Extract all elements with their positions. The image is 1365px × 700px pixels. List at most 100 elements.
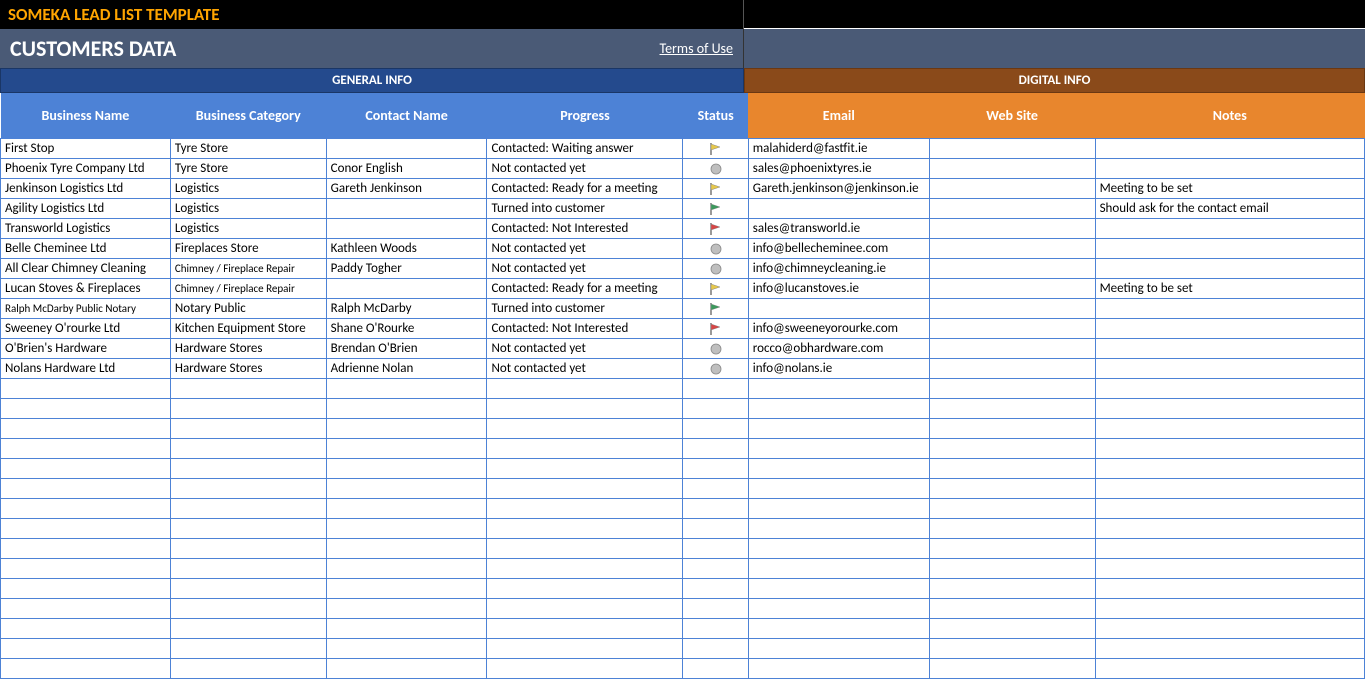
cell-website[interactable] <box>929 359 1095 379</box>
cell-notes[interactable]: Meeting to be set <box>1095 179 1364 199</box>
cell-status[interactable] <box>683 439 748 459</box>
cell-category[interactable]: Chimney / Fireplace Repair <box>170 259 326 279</box>
cell-category[interactable]: Fireplaces Store <box>170 239 326 259</box>
cell-email[interactable] <box>748 539 929 559</box>
cell-contact[interactable] <box>326 279 487 299</box>
cell-email[interactable] <box>748 379 929 399</box>
cell-status[interactable] <box>683 379 748 399</box>
cell-progress[interactable]: Turned into customer <box>487 199 683 219</box>
cell-status[interactable] <box>683 139 748 159</box>
col-progress[interactable]: Progress <box>487 93 683 139</box>
cell-contact[interactable] <box>326 459 487 479</box>
cell-progress[interactable] <box>487 439 683 459</box>
cell-email[interactable] <box>748 559 929 579</box>
cell-business[interactable] <box>1 579 171 599</box>
cell-status[interactable] <box>683 479 748 499</box>
cell-category[interactable] <box>170 399 326 419</box>
table-row[interactable] <box>1 539 1365 559</box>
cell-notes[interactable] <box>1095 159 1364 179</box>
cell-website[interactable] <box>929 639 1095 659</box>
cell-business[interactable]: Jenkinson Logistics Ltd <box>1 179 171 199</box>
cell-notes[interactable] <box>1095 439 1364 459</box>
cell-website[interactable] <box>929 219 1095 239</box>
cell-website[interactable] <box>929 499 1095 519</box>
table-row[interactable]: Agility Logistics LtdLogisticsTurned int… <box>1 199 1365 219</box>
cell-business[interactable] <box>1 639 171 659</box>
cell-status[interactable] <box>683 259 748 279</box>
cell-notes[interactable]: Meeting to be set <box>1095 279 1364 299</box>
cell-contact[interactable] <box>326 139 487 159</box>
cell-status[interactable] <box>683 639 748 659</box>
cell-notes[interactable] <box>1095 539 1364 559</box>
cell-notes[interactable] <box>1095 639 1364 659</box>
col-business-name[interactable]: Business Name <box>1 93 171 139</box>
cell-contact[interactable] <box>326 619 487 639</box>
cell-contact[interactable]: Paddy Togher <box>326 259 487 279</box>
cell-notes[interactable] <box>1095 239 1364 259</box>
cell-contact[interactable] <box>326 659 487 679</box>
cell-business[interactable] <box>1 539 171 559</box>
cell-business[interactable]: Agility Logistics Ltd <box>1 199 171 219</box>
cell-website[interactable] <box>929 179 1095 199</box>
cell-category[interactable] <box>170 659 326 679</box>
cell-email[interactable] <box>748 459 929 479</box>
cell-contact[interactable]: Shane O'Rourke <box>326 319 487 339</box>
cell-category[interactable] <box>170 459 326 479</box>
cell-business[interactable] <box>1 419 171 439</box>
cell-category[interactable]: Notary Public <box>170 299 326 319</box>
cell-website[interactable] <box>929 419 1095 439</box>
cell-business[interactable] <box>1 499 171 519</box>
cell-email[interactable] <box>748 519 929 539</box>
cell-website[interactable] <box>929 299 1095 319</box>
cell-website[interactable] <box>929 139 1095 159</box>
cell-business[interactable]: All Clear Chimney Cleaning <box>1 259 171 279</box>
cell-email[interactable] <box>748 599 929 619</box>
table-row[interactable] <box>1 579 1365 599</box>
cell-website[interactable] <box>929 159 1095 179</box>
cell-progress[interactable] <box>487 499 683 519</box>
table-row[interactable]: Lucan Stoves & FireplacesChimney / Firep… <box>1 279 1365 299</box>
cell-notes[interactable] <box>1095 479 1364 499</box>
cell-business[interactable] <box>1 479 171 499</box>
table-row[interactable] <box>1 559 1365 579</box>
cell-status[interactable] <box>683 239 748 259</box>
cell-notes[interactable] <box>1095 419 1364 439</box>
cell-contact[interactable] <box>326 539 487 559</box>
cell-website[interactable] <box>929 379 1095 399</box>
cell-website[interactable] <box>929 319 1095 339</box>
cell-progress[interactable] <box>487 479 683 499</box>
cell-category[interactable] <box>170 439 326 459</box>
cell-email[interactable]: sales@phoenixtyres.ie <box>748 159 929 179</box>
cell-website[interactable] <box>929 399 1095 419</box>
cell-status[interactable] <box>683 359 748 379</box>
cell-email[interactable]: info@sweeneyorourke.com <box>748 319 929 339</box>
cell-contact[interactable]: Gareth Jenkinson <box>326 179 487 199</box>
cell-notes[interactable] <box>1095 499 1364 519</box>
cell-email[interactable]: sales@transworld.ie <box>748 219 929 239</box>
cell-business[interactable] <box>1 459 171 479</box>
table-row[interactable]: All Clear Chimney CleaningChimney / Fire… <box>1 259 1365 279</box>
cell-notes[interactable] <box>1095 599 1364 619</box>
table-row[interactable] <box>1 599 1365 619</box>
col-business-category[interactable]: Business Category <box>170 93 326 139</box>
cell-progress[interactable] <box>487 519 683 539</box>
cell-website[interactable] <box>929 539 1095 559</box>
cell-email[interactable]: Gareth.jenkinson@jenkinson.ie <box>748 179 929 199</box>
cell-status[interactable] <box>683 599 748 619</box>
cell-contact[interactable] <box>326 499 487 519</box>
cell-status[interactable] <box>683 579 748 599</box>
table-row[interactable] <box>1 419 1365 439</box>
cell-status[interactable] <box>683 459 748 479</box>
cell-notes[interactable] <box>1095 399 1364 419</box>
cell-business[interactable] <box>1 659 171 679</box>
cell-business[interactable] <box>1 519 171 539</box>
cell-contact[interactable] <box>326 379 487 399</box>
cell-website[interactable] <box>929 259 1095 279</box>
cell-contact[interactable] <box>326 199 487 219</box>
cell-category[interactable] <box>170 519 326 539</box>
cell-contact[interactable] <box>326 559 487 579</box>
cell-website[interactable] <box>929 519 1095 539</box>
cell-contact[interactable] <box>326 639 487 659</box>
cell-category[interactable] <box>170 479 326 499</box>
cell-email[interactable] <box>748 399 929 419</box>
